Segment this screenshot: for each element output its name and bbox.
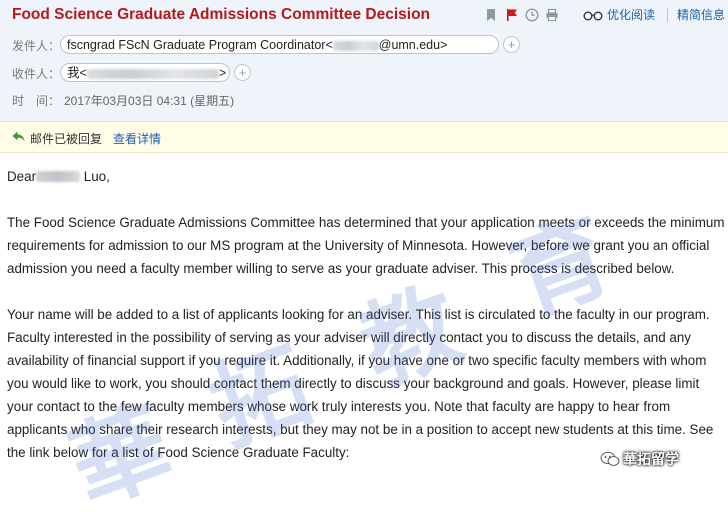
- recipient-name: 我<: [67, 66, 87, 80]
- greeting-suffix: Luo,: [80, 169, 110, 184]
- body-paragraph-2: Your name will be added to a list of app…: [7, 307, 714, 460]
- recipient-email-redacted: [86, 68, 219, 79]
- recipient-chip[interactable]: 我< >: [60, 63, 230, 82]
- wechat-icon: [600, 452, 620, 466]
- sender-label: 发件人：: [12, 39, 61, 53]
- add-sender-contact-button[interactable]: +: [503, 36, 520, 53]
- sender-email-redacted: [332, 40, 379, 51]
- add-recipient-contact-button[interactable]: +: [234, 64, 251, 81]
- reply-notice-bar: 邮件已被回复 查看详情: [0, 122, 728, 153]
- reply-arrow-icon: [12, 131, 25, 142]
- glasses-icon: [583, 11, 603, 21]
- watermark-badge-text: 華拓留学: [623, 451, 679, 467]
- time-label: 时 间：: [12, 94, 61, 108]
- watermark-badge: 華拓留学: [600, 446, 679, 472]
- replied-status: 邮件已被回复: [30, 132, 103, 146]
- flag-icon[interactable]: [505, 8, 519, 22]
- toolbar-divider: [667, 8, 668, 22]
- optimize-read-label: 优化阅读: [607, 8, 656, 22]
- recipient-label: 收件人：: [12, 67, 61, 81]
- email-body: Dear Luo, The Food Science Graduate Admi…: [7, 165, 725, 487]
- email-header: Food Science Graduate Admissions Committ…: [0, 0, 728, 122]
- greeting: Dear Luo,: [7, 165, 725, 188]
- clock-icon[interactable]: [525, 8, 539, 22]
- sender-name: fscngrad FScN Graduate Program Coordinat…: [67, 38, 333, 52]
- view-details-link[interactable]: 查看详情: [113, 130, 161, 147]
- body-paragraph-1: The Food Science Graduate Admissions Com…: [7, 215, 725, 276]
- email-subject: Food Science Graduate Admissions Committ…: [12, 6, 431, 23]
- bookmark-icon[interactable]: [484, 8, 498, 22]
- sender-email-suffix: @umn.edu>: [378, 38, 448, 52]
- sent-time: 2017年03月03日 04:31 (星期五): [64, 94, 235, 108]
- greeting-name-redacted: [36, 171, 81, 182]
- recipient-close: >: [218, 66, 227, 80]
- greeting-prefix: Dear: [7, 169, 37, 184]
- sender-chip[interactable]: fscngrad FScN Graduate Program Coordinat…: [60, 35, 499, 54]
- compact-info-link[interactable]: 精简信息: [677, 6, 725, 23]
- print-icon[interactable]: [545, 8, 559, 22]
- optimize-read-button[interactable]: 优化阅读: [583, 6, 655, 23]
